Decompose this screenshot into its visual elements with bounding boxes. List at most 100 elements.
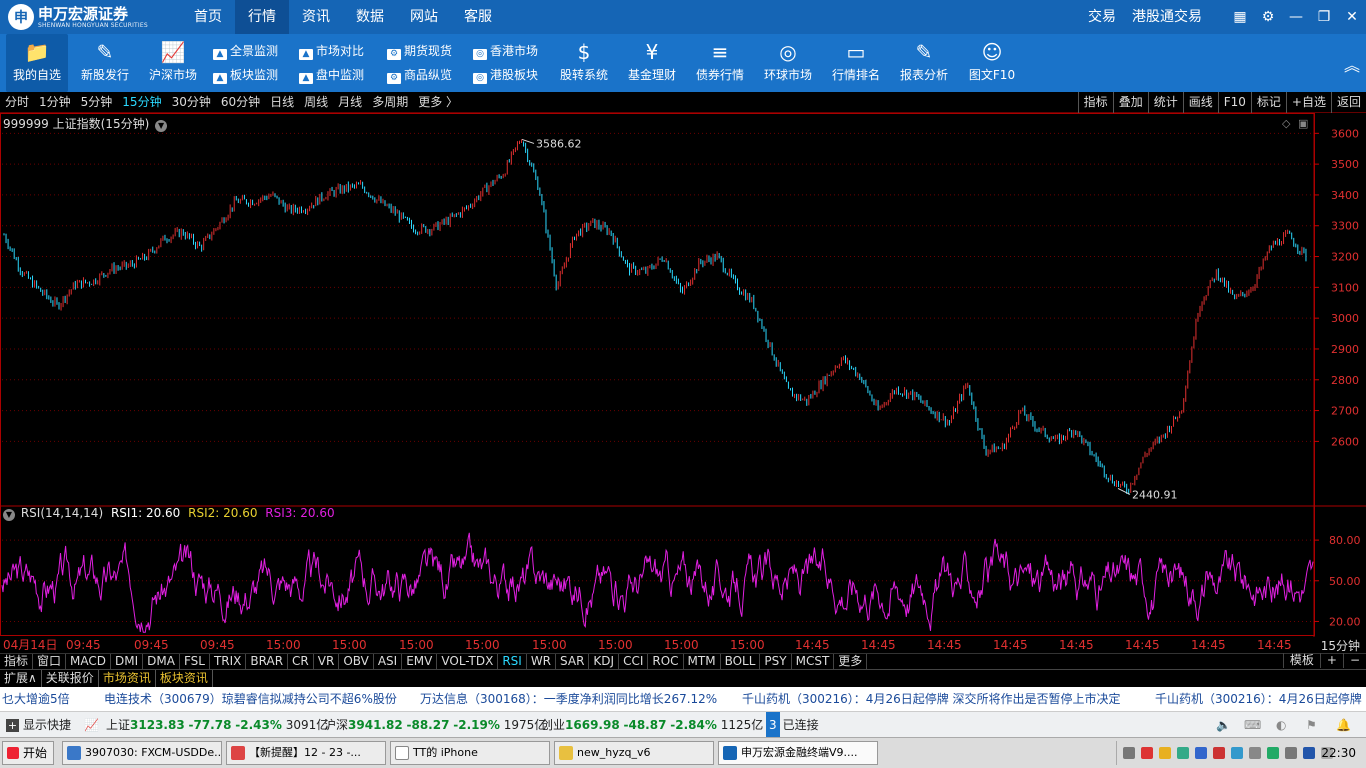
flag-icon[interactable]: ⚑ [1306,712,1317,738]
template-button[interactable]: 模板 [1282,653,1320,668]
ticker-item[interactable]: 千山药机（300216）：4月26日起停牌 深 [1155,687,1366,711]
nav-news[interactable]: 资讯 [289,0,343,34]
tool-add-watch[interactable]: +自选 [1285,92,1331,113]
tray-app-icon[interactable] [1249,747,1261,759]
indicator-tab-emv[interactable]: EMV [402,654,438,669]
grid-icon[interactable]: ▦ [1226,9,1254,25]
toolbar-global-market[interactable]: ◎ 环球市场 [757,34,819,92]
tool-indicator[interactable]: 指标 [1077,92,1113,113]
volume-icon[interactable]: 🔈 [1216,712,1231,738]
period-tab[interactable]: 多周期 [367,92,413,112]
period-tab[interactable]: 1分钟 [34,92,76,112]
quick-toggle[interactable]: + 显示快捷 [6,712,71,738]
toolbar-intraday-monitor[interactable]: ▲ 盘中监测 [299,64,364,86]
toolbar-hk-market[interactable]: ◎ 香港市场 [473,40,538,62]
toolbar-commodities[interactable]: ⚙ 商品纵览 [387,64,452,86]
tool-overlay[interactable]: 叠加 [1112,92,1148,113]
tool-stats[interactable]: 统计 [1147,92,1183,113]
keyboard-icon[interactable] [1123,747,1135,759]
ticker-item[interactable]: 万达信息（300168）：一季度净利润同比增长267.12% [420,687,717,711]
indicator-tab-boll[interactable]: BOLL [721,654,761,669]
chart-area[interactable]: 2600 2700 2800 2900 3000 3100 3200 3300 3400 3500… [0,113,1366,640]
ticker-item[interactable]: 千山药机（300216）：4月26日起停牌 深交所将作出是否暂停上市决定 [742,687,1121,711]
tab-related-quotes[interactable]: 关联报价 [42,670,99,687]
indicator-tab-窗口[interactable]: 窗口 [33,654,67,669]
toolbar-futures-spot[interactable]: ⚙ 期货现货 [387,40,452,62]
bluetooth-icon[interactable] [1303,747,1315,759]
indicator-tab-指标[interactable]: 指标 [0,654,34,669]
indicator-tab-cci[interactable]: CCI [619,654,649,669]
nav-trade[interactable]: 交易 [1080,0,1124,34]
taskbar-item[interactable]: 【新提醒】12 - 23 -... [226,741,386,765]
indicator-tab-dma[interactable]: DMA [143,654,180,669]
qq-icon[interactable] [1159,747,1171,759]
ime-icon[interactable] [1141,747,1153,759]
news-ticker[interactable]: 乜大增逾5倍 电连技术（300679）琼碧睿信拟减持公司不超6%股份 万达信息（… [0,687,1366,711]
indicator-tab-asi[interactable]: ASI [374,654,403,669]
cy-index-quote[interactable]: 创业1669.98 -48.87 -2.84% 1125亿 [541,712,763,738]
indicator-tab-mtm[interactable]: MTM [684,654,721,669]
bell-icon[interactable]: 🔔 [1336,712,1351,738]
indicator-tab-fsl[interactable]: FSL [180,654,210,669]
nav-website[interactable]: 网站 [397,0,451,34]
nav-data[interactable]: 数据 [343,0,397,34]
dropdown-circle-icon[interactable]: ▼ [3,509,15,521]
toolbar-bonds[interactable]: ≡ 债券行情 [689,34,751,92]
sh-index-quote[interactable]: 上证3123.83 -77.78 -2.43% 3091亿 [106,712,328,738]
nav-hk-connect-trade[interactable]: 港股通交易 [1130,0,1204,34]
tray-app-icon[interactable] [1285,747,1297,759]
period-tab[interactable]: 分时 [0,92,34,112]
indicator-tab-sar[interactable]: SAR [556,654,590,669]
indicator-tab-更多[interactable]: 更多 [834,654,868,669]
connection-status[interactable]: 3 已连接 [766,712,819,738]
indicator-tab-mcst[interactable]: MCST [792,654,835,669]
indicator-tab-rsi[interactable]: RSI [498,654,527,669]
nav-service[interactable]: 客服 [451,0,505,34]
tool-back[interactable]: 返回 [1330,92,1366,113]
toolbar-report-analysis[interactable]: ✎ 报表分析 [893,34,955,92]
indicator-tab-macd[interactable]: MACD [66,654,112,669]
toolbar-fund[interactable]: ¥ 基金理财 [621,34,683,92]
period-tab[interactable]: 60分钟 [216,92,265,112]
period-tab[interactable]: 周线 [299,92,333,112]
minimize-icon[interactable]: — [1282,9,1310,25]
shield-icon[interactable] [1213,747,1225,759]
toolbar-my-watchlist[interactable]: 📁 我的自选 [6,34,68,92]
ticker-item[interactable]: 乜大增逾5倍 [2,687,70,711]
indicator-tab-kdj[interactable]: KDJ [589,654,620,669]
start-button[interactable]: 开始 [2,741,54,765]
tab-expand[interactable]: 扩展∧ [0,670,42,687]
toolbar-ranking[interactable]: ▭ 行情排名 [825,34,887,92]
period-tab[interactable]: 30分钟 [167,92,216,112]
toolbar-share-transfer[interactable]: $ 股转系统 [553,34,615,92]
taskbar-item[interactable]: 3907030: FXCM-USDDe... [62,741,222,765]
indicator-tab-vr[interactable]: VR [314,654,340,669]
tool-f10[interactable]: F10 [1217,92,1251,113]
indicator-tab-obv[interactable]: OBV [339,654,374,669]
toolbar-sh-sz-market[interactable]: 📈 沪深市场 [142,34,204,92]
tool-mark[interactable]: 标记 [1250,92,1286,113]
taskbar-item[interactable]: TT的 iPhone [390,741,550,765]
period-tab[interactable]: 月线 [333,92,367,112]
add-pane-button[interactable]: + [1319,653,1343,668]
gear-icon[interactable]: ⚙ [1254,9,1282,25]
sz-index-quote[interactable]: 沪深3941.82 -88.27 -2.19% 1975亿 [324,712,546,738]
taskbar-item[interactable]: new_hyzq_v6 [554,741,714,765]
indicator-tab-dmi[interactable]: DMI [111,654,144,669]
security-icon[interactable] [1195,747,1207,759]
nav-quotes[interactable]: 行情 [235,0,289,34]
dropdown-circle-icon[interactable]: ▼ [155,120,168,132]
tray-app-icon[interactable] [1267,747,1279,759]
indicator-tab-roc[interactable]: ROC [648,654,684,669]
toolbar-market-compare[interactable]: ▲ 市场对比 [299,40,364,62]
collapse-chevron-icon[interactable]: ︽ [1344,52,1360,76]
tab-market-news[interactable]: 市场资讯 [99,670,156,687]
toolbar-f10[interactable]: ☺ 图文F10 [961,34,1023,92]
indicator-tab-psy[interactable]: PSY [760,654,792,669]
period-tab[interactable]: 5分钟 [76,92,118,112]
indicator-tab-trix[interactable]: TRIX [210,654,247,669]
close-icon[interactable]: ✕ [1338,9,1366,25]
taskbar-item-active[interactable]: 申万宏源金融终端V9.... [718,741,878,765]
network-icon[interactable] [1177,747,1189,759]
period-tab[interactable]: 日线 [265,92,299,112]
